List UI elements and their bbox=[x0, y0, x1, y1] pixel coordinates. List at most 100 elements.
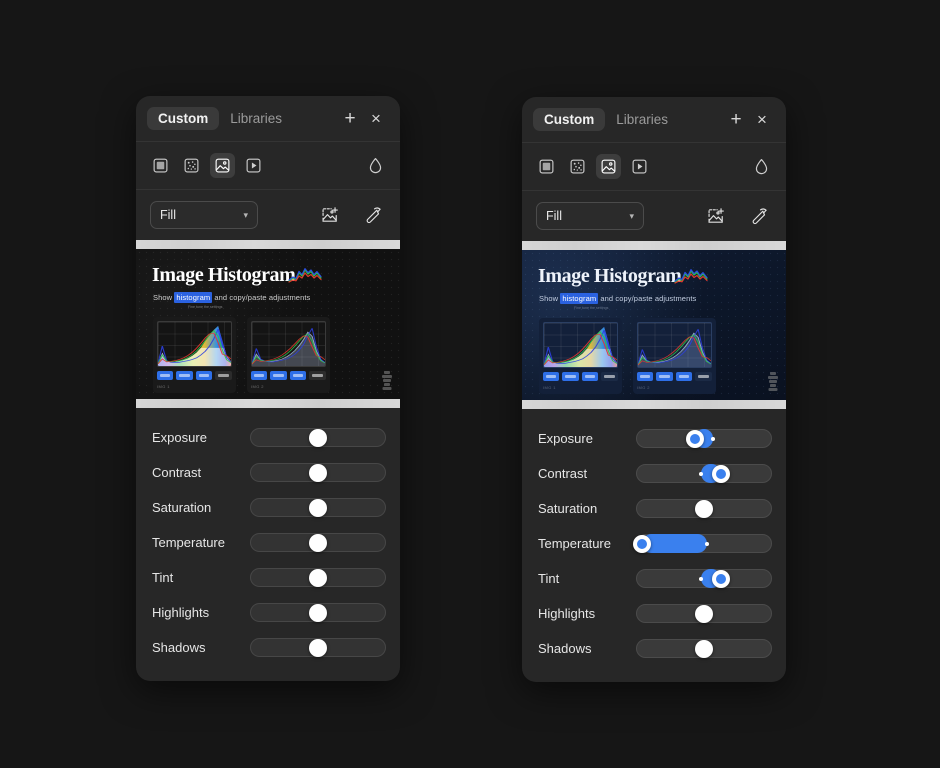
add-image-icon[interactable] bbox=[318, 203, 342, 227]
histogram-action-button[interactable] bbox=[581, 372, 598, 381]
slider-thumb-shadows[interactable] bbox=[309, 638, 327, 657]
frame-icon[interactable] bbox=[534, 154, 559, 179]
slider-thumb-highlights[interactable] bbox=[309, 603, 327, 622]
slider-row: Tint bbox=[538, 561, 772, 596]
slider-thumb-temperature[interactable] bbox=[309, 533, 327, 552]
slider-thumb-contrast[interactable] bbox=[309, 463, 327, 482]
slider-thumb-tint[interactable] bbox=[309, 568, 327, 587]
slider-thumb-temperature[interactable] bbox=[633, 534, 652, 553]
tab-bar: Custom Libraries + × bbox=[136, 96, 400, 142]
preview-caption: Fine tune the settings bbox=[188, 305, 223, 309]
close-icon[interactable]: × bbox=[363, 106, 389, 132]
slider-track-tint[interactable] bbox=[250, 568, 386, 587]
slider-row: Contrast bbox=[538, 456, 772, 491]
histogram-action-button[interactable] bbox=[214, 371, 232, 380]
image-preview[interactable]: Image Histogram Show histogram and copy/p… bbox=[522, 241, 786, 409]
histogram-action-button[interactable] bbox=[308, 371, 326, 380]
fill-mode-select[interactable]: Fill ▾ bbox=[536, 202, 644, 230]
slider-track-contrast[interactable] bbox=[636, 464, 772, 483]
slider-track-shadows[interactable] bbox=[636, 639, 772, 658]
histogram-action-button[interactable] bbox=[270, 371, 287, 380]
add-icon[interactable]: + bbox=[723, 107, 749, 133]
histogram-action-button[interactable] bbox=[600, 372, 618, 381]
tab-libraries[interactable]: Libraries bbox=[605, 108, 679, 132]
preview-canvas: Image Histogram Show histogram and copy/p… bbox=[136, 249, 400, 399]
slider-label-highlights: Highlights bbox=[538, 606, 596, 621]
slider-thumb-saturation[interactable] bbox=[695, 499, 713, 518]
slider-track-exposure[interactable] bbox=[636, 429, 772, 448]
slider-thumb-highlights[interactable] bbox=[695, 604, 713, 623]
video-icon[interactable] bbox=[627, 154, 652, 179]
preview-canvas: Image Histogram Show histogram and copy/p… bbox=[522, 250, 786, 400]
histogram-action-button[interactable] bbox=[562, 372, 579, 381]
slider-thumb-contrast[interactable] bbox=[712, 464, 731, 483]
preview-caption: Fine tune the settings bbox=[574, 306, 609, 310]
select-row: Fill ▾ bbox=[522, 191, 786, 241]
slider-origin-dot bbox=[699, 576, 704, 581]
histogram-action-button[interactable] bbox=[694, 372, 712, 381]
histogram-curves bbox=[638, 323, 711, 367]
image-icon[interactable] bbox=[210, 153, 235, 178]
thumbnail-caption: IMG 2 bbox=[251, 384, 264, 389]
droplet-icon[interactable] bbox=[749, 154, 774, 179]
tab-libraries[interactable]: Libraries bbox=[219, 107, 293, 131]
noise-icon[interactable] bbox=[565, 154, 590, 179]
fill-mode-select[interactable]: Fill ▾ bbox=[150, 201, 258, 229]
histogram-action-button[interactable] bbox=[637, 372, 654, 381]
slider-label-shadows: Shadows bbox=[538, 641, 592, 656]
slider-track-tint[interactable] bbox=[636, 569, 772, 588]
histogram-thumbnail[interactable]: IMG 2 bbox=[247, 317, 330, 393]
eyedropper-icon[interactable] bbox=[362, 203, 386, 227]
button-glyph bbox=[217, 373, 229, 378]
histogram-action-button[interactable] bbox=[289, 371, 306, 380]
image-preview[interactable]: Image Histogram Show histogram and copy/p… bbox=[136, 240, 400, 408]
histogram-thumbnail[interactable]: IMG 1 bbox=[539, 318, 622, 394]
slider-thumb-exposure[interactable] bbox=[685, 429, 704, 448]
histogram-thumbnail[interactable]: IMG 2 bbox=[633, 318, 716, 394]
button-glyph bbox=[640, 374, 651, 379]
histogram-action-button[interactable] bbox=[251, 371, 268, 380]
histogram-curves bbox=[158, 322, 231, 366]
tab-custom[interactable]: Custom bbox=[533, 107, 606, 132]
histogram-action-button[interactable] bbox=[176, 371, 193, 380]
eyedropper-icon[interactable] bbox=[748, 204, 772, 228]
slider-thumb-tint[interactable] bbox=[712, 569, 731, 588]
histogram-action-button[interactable] bbox=[656, 372, 673, 381]
slider-track-saturation[interactable] bbox=[250, 498, 386, 517]
slider-thumb-exposure[interactable] bbox=[309, 428, 327, 447]
slider-track-saturation[interactable] bbox=[636, 499, 772, 518]
slider-track-temperature[interactable] bbox=[633, 534, 772, 553]
slider-label-contrast: Contrast bbox=[538, 466, 588, 481]
histogram-action-button[interactable] bbox=[543, 372, 560, 381]
image-icon[interactable] bbox=[596, 154, 621, 179]
slider-row: Exposure bbox=[152, 420, 386, 455]
add-image-icon[interactable] bbox=[704, 204, 728, 228]
histogram-plot bbox=[157, 321, 232, 367]
button-glyph bbox=[273, 373, 284, 378]
slider-row: Contrast bbox=[152, 455, 386, 490]
slider-track-temperature[interactable] bbox=[250, 533, 386, 552]
slider-track-exposure[interactable] bbox=[250, 428, 386, 447]
slider-thumb-saturation[interactable] bbox=[309, 498, 327, 517]
noise-icon[interactable] bbox=[179, 153, 204, 178]
add-icon[interactable]: + bbox=[337, 106, 363, 132]
slider-track-shadows[interactable] bbox=[250, 638, 386, 657]
droplet-icon[interactable] bbox=[363, 153, 388, 178]
slider-track-highlights[interactable] bbox=[250, 603, 386, 622]
button-glyph bbox=[179, 373, 190, 378]
slider-track-highlights[interactable] bbox=[636, 604, 772, 623]
slider-label-exposure: Exposure bbox=[538, 431, 593, 446]
tab-custom[interactable]: Custom bbox=[147, 106, 220, 131]
tool-row bbox=[522, 143, 786, 191]
histogram-thumbnail[interactable]: IMG 1 bbox=[153, 317, 236, 393]
histogram-action-button[interactable] bbox=[157, 371, 174, 380]
histogram-action-button[interactable] bbox=[195, 371, 212, 380]
video-icon[interactable] bbox=[241, 153, 266, 178]
frame-icon[interactable] bbox=[148, 153, 173, 178]
close-icon[interactable]: × bbox=[749, 107, 775, 133]
slider-track-contrast[interactable] bbox=[250, 463, 386, 482]
histogram-action-button[interactable] bbox=[675, 372, 692, 381]
slider-thumb-shadows[interactable] bbox=[695, 639, 713, 658]
thumbnail-caption: IMG 2 bbox=[637, 385, 650, 390]
histogram-curves bbox=[252, 322, 325, 366]
